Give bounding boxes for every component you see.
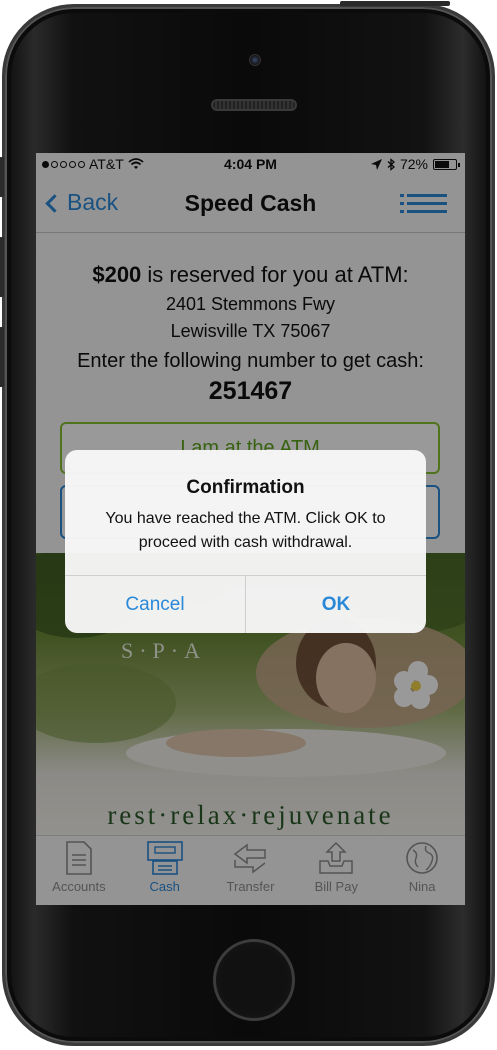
earpiece-speaker (211, 99, 297, 111)
mute-switch (0, 157, 4, 197)
home-button[interactable] (213, 939, 295, 1021)
cancel-button[interactable]: Cancel (65, 576, 245, 633)
front-camera (249, 54, 261, 66)
alert-title: Confirmation (186, 477, 305, 498)
alert-actions: Cancel OK (65, 575, 426, 633)
alert-message: You have reached the ATM. Click OK to pr… (105, 510, 386, 551)
confirmation-alert: Confirmation You have reached the ATM. C… (65, 450, 426, 633)
app-screen: AT&T 4:04 PM 72% Back Speed Cash $200 is… (36, 153, 465, 905)
ok-button[interactable]: OK (245, 576, 426, 633)
volume-down-button (0, 327, 4, 387)
volume-up-button (0, 237, 4, 297)
power-button (340, 1, 450, 6)
